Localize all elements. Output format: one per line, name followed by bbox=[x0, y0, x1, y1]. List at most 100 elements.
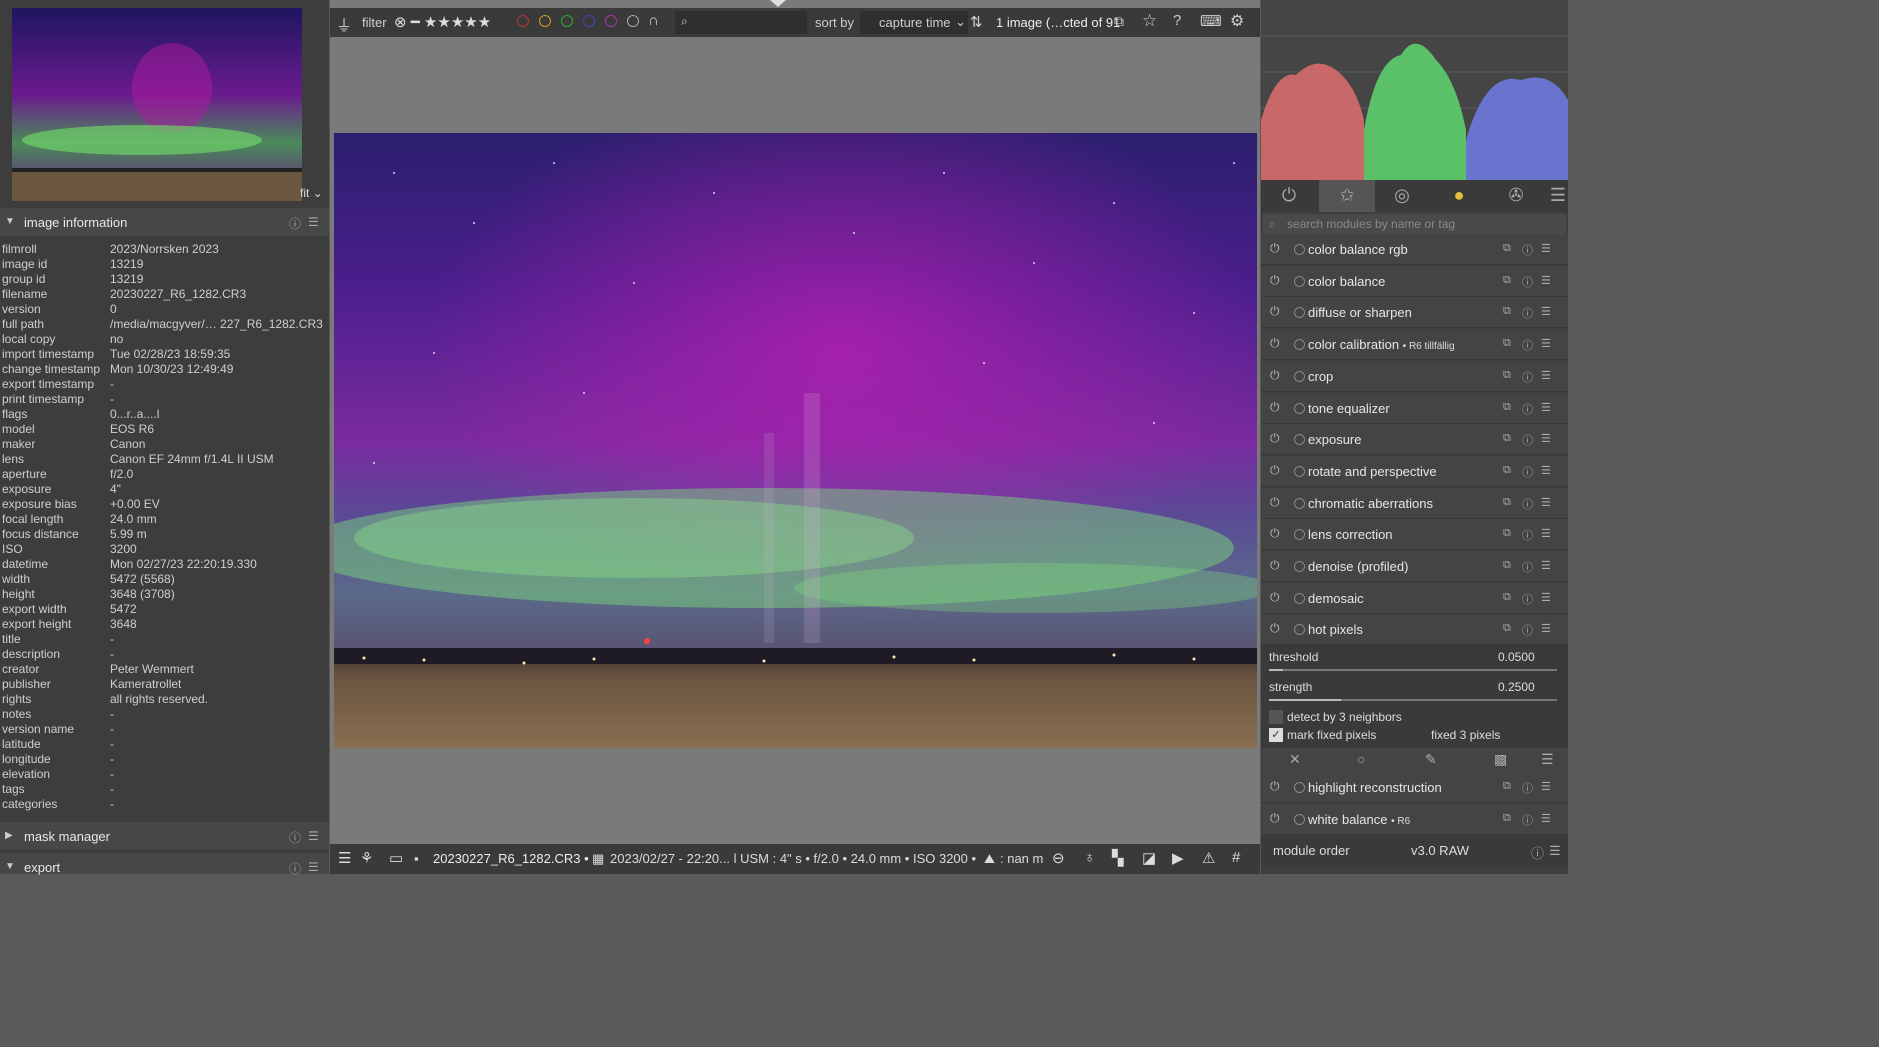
module-white-balance[interactable]: ⏻ white balance • R6 ⧉ ⓘ ☰ bbox=[1261, 803, 1568, 835]
reset-icon[interactable]: ⓘ bbox=[289, 215, 301, 232]
reset-icon[interactable]: ⓘ bbox=[1522, 337, 1533, 353]
sort-direction-icon[interactable]: ⇅ bbox=[970, 13, 983, 31]
green-label-icon[interactable] bbox=[561, 15, 573, 27]
reset-icon[interactable]: ⓘ bbox=[1522, 559, 1533, 575]
display-icon[interactable]: ▭ bbox=[389, 849, 403, 867]
menu-icon[interactable]: ☰ bbox=[1546, 185, 1570, 209]
reset-icon[interactable]: ⓘ bbox=[1522, 369, 1533, 385]
main-image[interactable] bbox=[334, 133, 1257, 748]
power-icon[interactable]: ⏻ bbox=[1270, 495, 1280, 510]
help-icon[interactable]: ? bbox=[1173, 12, 1181, 29]
power-icon[interactable]: ⏻ bbox=[1270, 590, 1280, 605]
multi-instance-icon[interactable]: ⧉ bbox=[1503, 337, 1511, 350]
multi-instance-icon[interactable]: ⧉ bbox=[1503, 527, 1511, 540]
multi-instance-icon[interactable]: ⧉ bbox=[1503, 622, 1511, 635]
presets-menu-icon[interactable]: ☰ bbox=[1541, 337, 1551, 350]
multi-instance-icon[interactable]: ⧉ bbox=[1503, 496, 1511, 509]
reset-icon[interactable]: ⓘ bbox=[1522, 622, 1533, 638]
module-diffuse-or-sharpen[interactable]: ⏻ diffuse or sharpen ⧉ ⓘ ☰ bbox=[1261, 297, 1568, 329]
presets-menu-icon[interactable]: ☰ bbox=[1549, 843, 1561, 859]
presets-menu-icon[interactable]: ☰ bbox=[1541, 622, 1551, 635]
module-search-input[interactable]: ⌕ search modules by name or tag bbox=[1263, 214, 1566, 234]
presets-menu-icon[interactable]: ☰ bbox=[1541, 496, 1551, 509]
blue-label-icon[interactable] bbox=[583, 15, 595, 27]
strength-slider[interactable] bbox=[1269, 699, 1557, 701]
tone-icon[interactable]: ◎ bbox=[1390, 185, 1414, 209]
multi-instance-icon[interactable]: ⧉ bbox=[1503, 780, 1511, 793]
menu-icon[interactable]: ☰ bbox=[338, 849, 351, 867]
sort-select[interactable]: capture time ⌄ bbox=[860, 11, 968, 34]
multi-instance-icon[interactable]: ⧉ bbox=[1503, 274, 1511, 287]
reset-icon[interactable]: ⓘ bbox=[289, 860, 301, 877]
label-operator-icon[interactable]: ∩ bbox=[648, 12, 659, 29]
power-icon[interactable]: ⏻ bbox=[1270, 368, 1280, 383]
color-picker-icon[interactable]: ⚘ bbox=[360, 849, 373, 867]
power-icon[interactable]: ⏻ bbox=[1270, 779, 1280, 794]
multi-instance-icon[interactable]: ⧉ bbox=[1503, 369, 1511, 382]
presets-menu-icon[interactable]: ☰ bbox=[308, 215, 319, 229]
blend-uniform-icon[interactable]: ○ bbox=[1357, 751, 1365, 767]
blend-parametric-icon[interactable]: ▩ bbox=[1494, 751, 1507, 768]
reset-icon[interactable]: ⓘ bbox=[1522, 274, 1533, 290]
top-panel-toggle-icon[interactable] bbox=[770, 0, 786, 7]
histogram[interactable] bbox=[1261, 0, 1568, 180]
red-label-icon[interactable] bbox=[517, 15, 529, 27]
module-hot-pixels[interactable]: ⏻ hot pixels ⧉ ⓘ ☰ bbox=[1261, 614, 1568, 646]
multi-instance-icon[interactable]: ⧉ bbox=[1503, 812, 1511, 825]
reset-icon[interactable]: ⓘ bbox=[1522, 591, 1533, 607]
module-rotate-and-perspective[interactable]: ⏻ rotate and perspective ⧉ ⓘ ☰ bbox=[1261, 455, 1568, 487]
reset-icon[interactable]: ⓘ bbox=[1531, 843, 1544, 862]
gray-label-icon[interactable] bbox=[627, 15, 639, 27]
gamut-check-icon[interactable]: ◪ bbox=[1142, 849, 1156, 867]
multi-instance-icon[interactable]: ⧉ bbox=[1503, 559, 1511, 572]
keyboard-shortcuts-icon[interactable]: ⌨ bbox=[1200, 12, 1222, 30]
power-icon[interactable]: ⏻ bbox=[1270, 304, 1280, 319]
power-icon[interactable]: ⏻ bbox=[1270, 811, 1280, 826]
presets-menu-icon[interactable]: ☰ bbox=[1541, 274, 1551, 287]
tab-active[interactable]: ✩ bbox=[1319, 180, 1375, 212]
reset-icon[interactable]: ⓘ bbox=[1522, 527, 1533, 543]
blend-menu-icon[interactable]: ☰ bbox=[1541, 751, 1554, 768]
module-color-balance-rgb[interactable]: ⏻ color balance rgb ⧉ ⓘ ☰ bbox=[1261, 234, 1568, 265]
module-denoise-profiled-[interactable]: ⏻ denoise (profiled) ⧉ ⓘ ☰ bbox=[1261, 551, 1568, 582]
module-exposure[interactable]: ⏻ exposure ⧉ ⓘ ☰ bbox=[1261, 424, 1568, 456]
reset-icon[interactable]: ⓘ bbox=[1522, 242, 1533, 258]
color-icon[interactable]: ● bbox=[1447, 185, 1471, 209]
reset-icon[interactable]: ⓘ bbox=[1522, 780, 1533, 796]
zoom-selector[interactable]: fit ⌄ bbox=[300, 186, 323, 200]
presets-menu-icon[interactable]: ☰ bbox=[308, 860, 319, 874]
power-icon[interactable]: ⏻ bbox=[1277, 185, 1301, 209]
reset-icon[interactable]: ⓘ bbox=[1522, 432, 1533, 448]
presets-menu-icon[interactable]: ☰ bbox=[1541, 591, 1551, 604]
power-icon[interactable]: ⏻ bbox=[1270, 400, 1280, 415]
presets-menu-icon[interactable]: ☰ bbox=[1541, 812, 1551, 825]
power-icon[interactable]: ⏻ bbox=[1270, 431, 1280, 446]
power-icon[interactable]: ⏻ bbox=[1270, 273, 1280, 288]
presets-menu-icon[interactable]: ☰ bbox=[1541, 401, 1551, 414]
reset-icon[interactable]: ⓘ bbox=[1522, 496, 1533, 512]
presets-menu-icon[interactable]: ☰ bbox=[1541, 369, 1551, 382]
correct-icon[interactable]: ✇ bbox=[1504, 185, 1528, 209]
search-input[interactable]: ⌕ bbox=[675, 11, 807, 34]
detect-checkbox[interactable] bbox=[1269, 710, 1283, 724]
star-icon[interactable]: ☆ bbox=[1142, 11, 1157, 31]
image-information-header[interactable]: ▼ image information ⓘ ☰ bbox=[0, 208, 329, 236]
reset-icon[interactable]: ⓘ bbox=[1522, 464, 1533, 480]
grid-icon[interactable]: # bbox=[1232, 849, 1240, 866]
gear-icon[interactable]: ⚙ bbox=[1230, 11, 1244, 31]
power-icon[interactable]: ⏻ bbox=[1270, 336, 1280, 351]
presets-menu-icon[interactable]: ☰ bbox=[1541, 432, 1551, 445]
presets-menu-icon[interactable]: ☰ bbox=[1541, 780, 1551, 793]
module-chromatic-aberrations[interactable]: ⏻ chromatic aberrations ⧉ ⓘ ☰ bbox=[1261, 487, 1568, 519]
presets-menu-icon[interactable]: ☰ bbox=[1541, 242, 1551, 255]
module-demosaic[interactable]: ⏻ demosaic ⧉ ⓘ ☰ bbox=[1261, 582, 1568, 614]
multi-instance-icon[interactable]: ⧉ bbox=[1503, 591, 1511, 604]
reset-icon[interactable]: ⓘ bbox=[289, 829, 301, 846]
multi-instance-icon[interactable]: ⧉ bbox=[1503, 242, 1511, 255]
purple-label-icon[interactable] bbox=[605, 15, 617, 27]
power-icon[interactable]: ⏻ bbox=[1270, 526, 1280, 541]
module-lens-correction[interactable]: ⏻ lens correction ⧉ ⓘ ☰ bbox=[1261, 519, 1568, 551]
multi-instance-icon[interactable]: ⧉ bbox=[1503, 432, 1511, 445]
module-color-calibration[interactable]: ⏻ color calibration • R6 tillfällig ⧉ ⓘ ☰ bbox=[1261, 329, 1568, 361]
presets-menu-icon[interactable]: ☰ bbox=[1541, 527, 1551, 540]
